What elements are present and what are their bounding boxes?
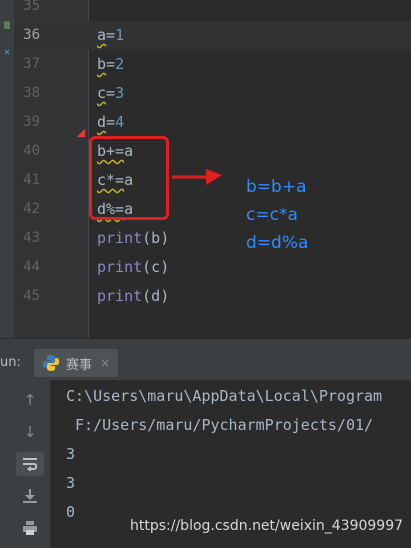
annotation-line-3: d=d%a <box>246 233 309 253</box>
code-token: (b) <box>142 229 170 247</box>
code-token: print <box>97 229 143 247</box>
code-line[interactable]: 39 d=4 <box>0 108 411 137</box>
line-number: 45 <box>23 288 40 304</box>
line-number: 37 <box>23 56 40 72</box>
code-token: 3 <box>115 84 125 102</box>
code-line[interactable]: 36 a=1 <box>0 21 411 50</box>
code-line[interactable]: 45 print(d) <box>0 282 411 311</box>
code-token: = <box>106 84 116 102</box>
console-line: F:/Users/maru/PycharmProjects/01/ <box>66 416 374 434</box>
python-icon <box>43 355 59 371</box>
annotation-line-2: c=c*a <box>246 205 298 225</box>
close-icon[interactable]: × <box>100 356 110 370</box>
code-token: 1 <box>115 26 125 44</box>
code-token: = <box>106 113 116 131</box>
line-number: 44 <box>23 259 40 275</box>
structure-icon[interactable]: Ⅲ <box>2 22 12 32</box>
code-line[interactable]: 43 print(b) <box>0 224 411 253</box>
print-glyph <box>23 521 37 535</box>
code-line[interactable]: 37 b=2 <box>0 50 411 79</box>
watermark: https://blog.csdn.net/weixin_43909997 <box>130 518 404 534</box>
code-line[interactable]: 40 b+=a <box>0 137 411 166</box>
code-token: b <box>97 55 107 73</box>
code-token: (d) <box>142 287 170 305</box>
code-line[interactable]: 35 <box>0 0 411 21</box>
code-token: 4 <box>115 113 125 131</box>
run-panel-label: un: <box>0 355 21 370</box>
annotation-note: b=b+a c=c*a d=d%a <box>246 173 308 257</box>
line-number: 41 <box>23 172 40 188</box>
code-text: print(b) <box>97 224 169 253</box>
code-text: print(d) <box>97 282 169 311</box>
code-token: print <box>97 287 143 305</box>
run-toolbar: ↑ ↓ <box>0 380 51 548</box>
code-token: 2 <box>115 55 125 73</box>
scroll-to-end-glyph <box>23 489 37 503</box>
code-token: c <box>97 84 107 102</box>
line-number: 39 <box>23 114 40 130</box>
code-editor[interactable]: 35 36 a=1 37 b=2 38 c=3 39 d=4 40 b+=a 41 c*=a 42 d%=a… <box>0 0 411 338</box>
line-number: 38 <box>23 85 40 101</box>
print-icon[interactable] <box>16 516 44 540</box>
soft-wrap-glyph <box>23 458 38 471</box>
console-line: 0 <box>66 503 76 521</box>
code-line[interactable]: 44 print(c) <box>0 253 411 282</box>
code-token: a <box>97 26 107 44</box>
console-line: C:\Users\maru\AppData\Local\Program <box>66 387 383 405</box>
annotation-highlight-box <box>89 136 169 220</box>
line-number: 36 <box>23 27 40 43</box>
left-tool-strip: Ⅲ ✕ <box>0 0 14 338</box>
code-token: = <box>106 26 116 44</box>
soft-wrap-icon[interactable] <box>16 452 44 476</box>
code-token: print <box>97 258 143 276</box>
run-panel-header: un: 赛事 × <box>0 346 411 381</box>
annotation-line-1: b=b+a <box>246 177 307 197</box>
line-number: 40 <box>23 143 40 159</box>
favorites-icon[interactable]: ✕ <box>2 48 12 58</box>
annotation-arrow-icon <box>172 169 222 185</box>
code-line[interactable]: 42 d%=a <box>0 195 411 224</box>
code-text: print(c) <box>97 253 169 282</box>
code-text: b=2 <box>97 50 124 79</box>
run-tab[interactable]: 赛事 × <box>34 349 119 377</box>
line-number: 43 <box>23 230 40 246</box>
code-text: a=1 <box>97 21 124 50</box>
code-text: c=3 <box>97 79 124 108</box>
line-number: 42 <box>23 201 40 217</box>
code-token: (c) <box>142 258 170 276</box>
code-text: d=4 <box>97 108 124 137</box>
run-tab-label: 赛事 <box>66 357 93 373</box>
code-line[interactable]: 38 c=3 <box>0 79 411 108</box>
scroll-to-end-icon[interactable] <box>16 484 44 508</box>
code-token: = <box>106 55 116 73</box>
console-line: 3 <box>66 474 76 492</box>
line-number: 35 <box>23 0 40 14</box>
code-token: d <box>97 113 107 131</box>
arrow-down-icon[interactable]: ↓ <box>16 420 44 444</box>
console-line: 3 <box>66 445 76 463</box>
arrow-up-icon[interactable]: ↑ <box>16 388 44 412</box>
